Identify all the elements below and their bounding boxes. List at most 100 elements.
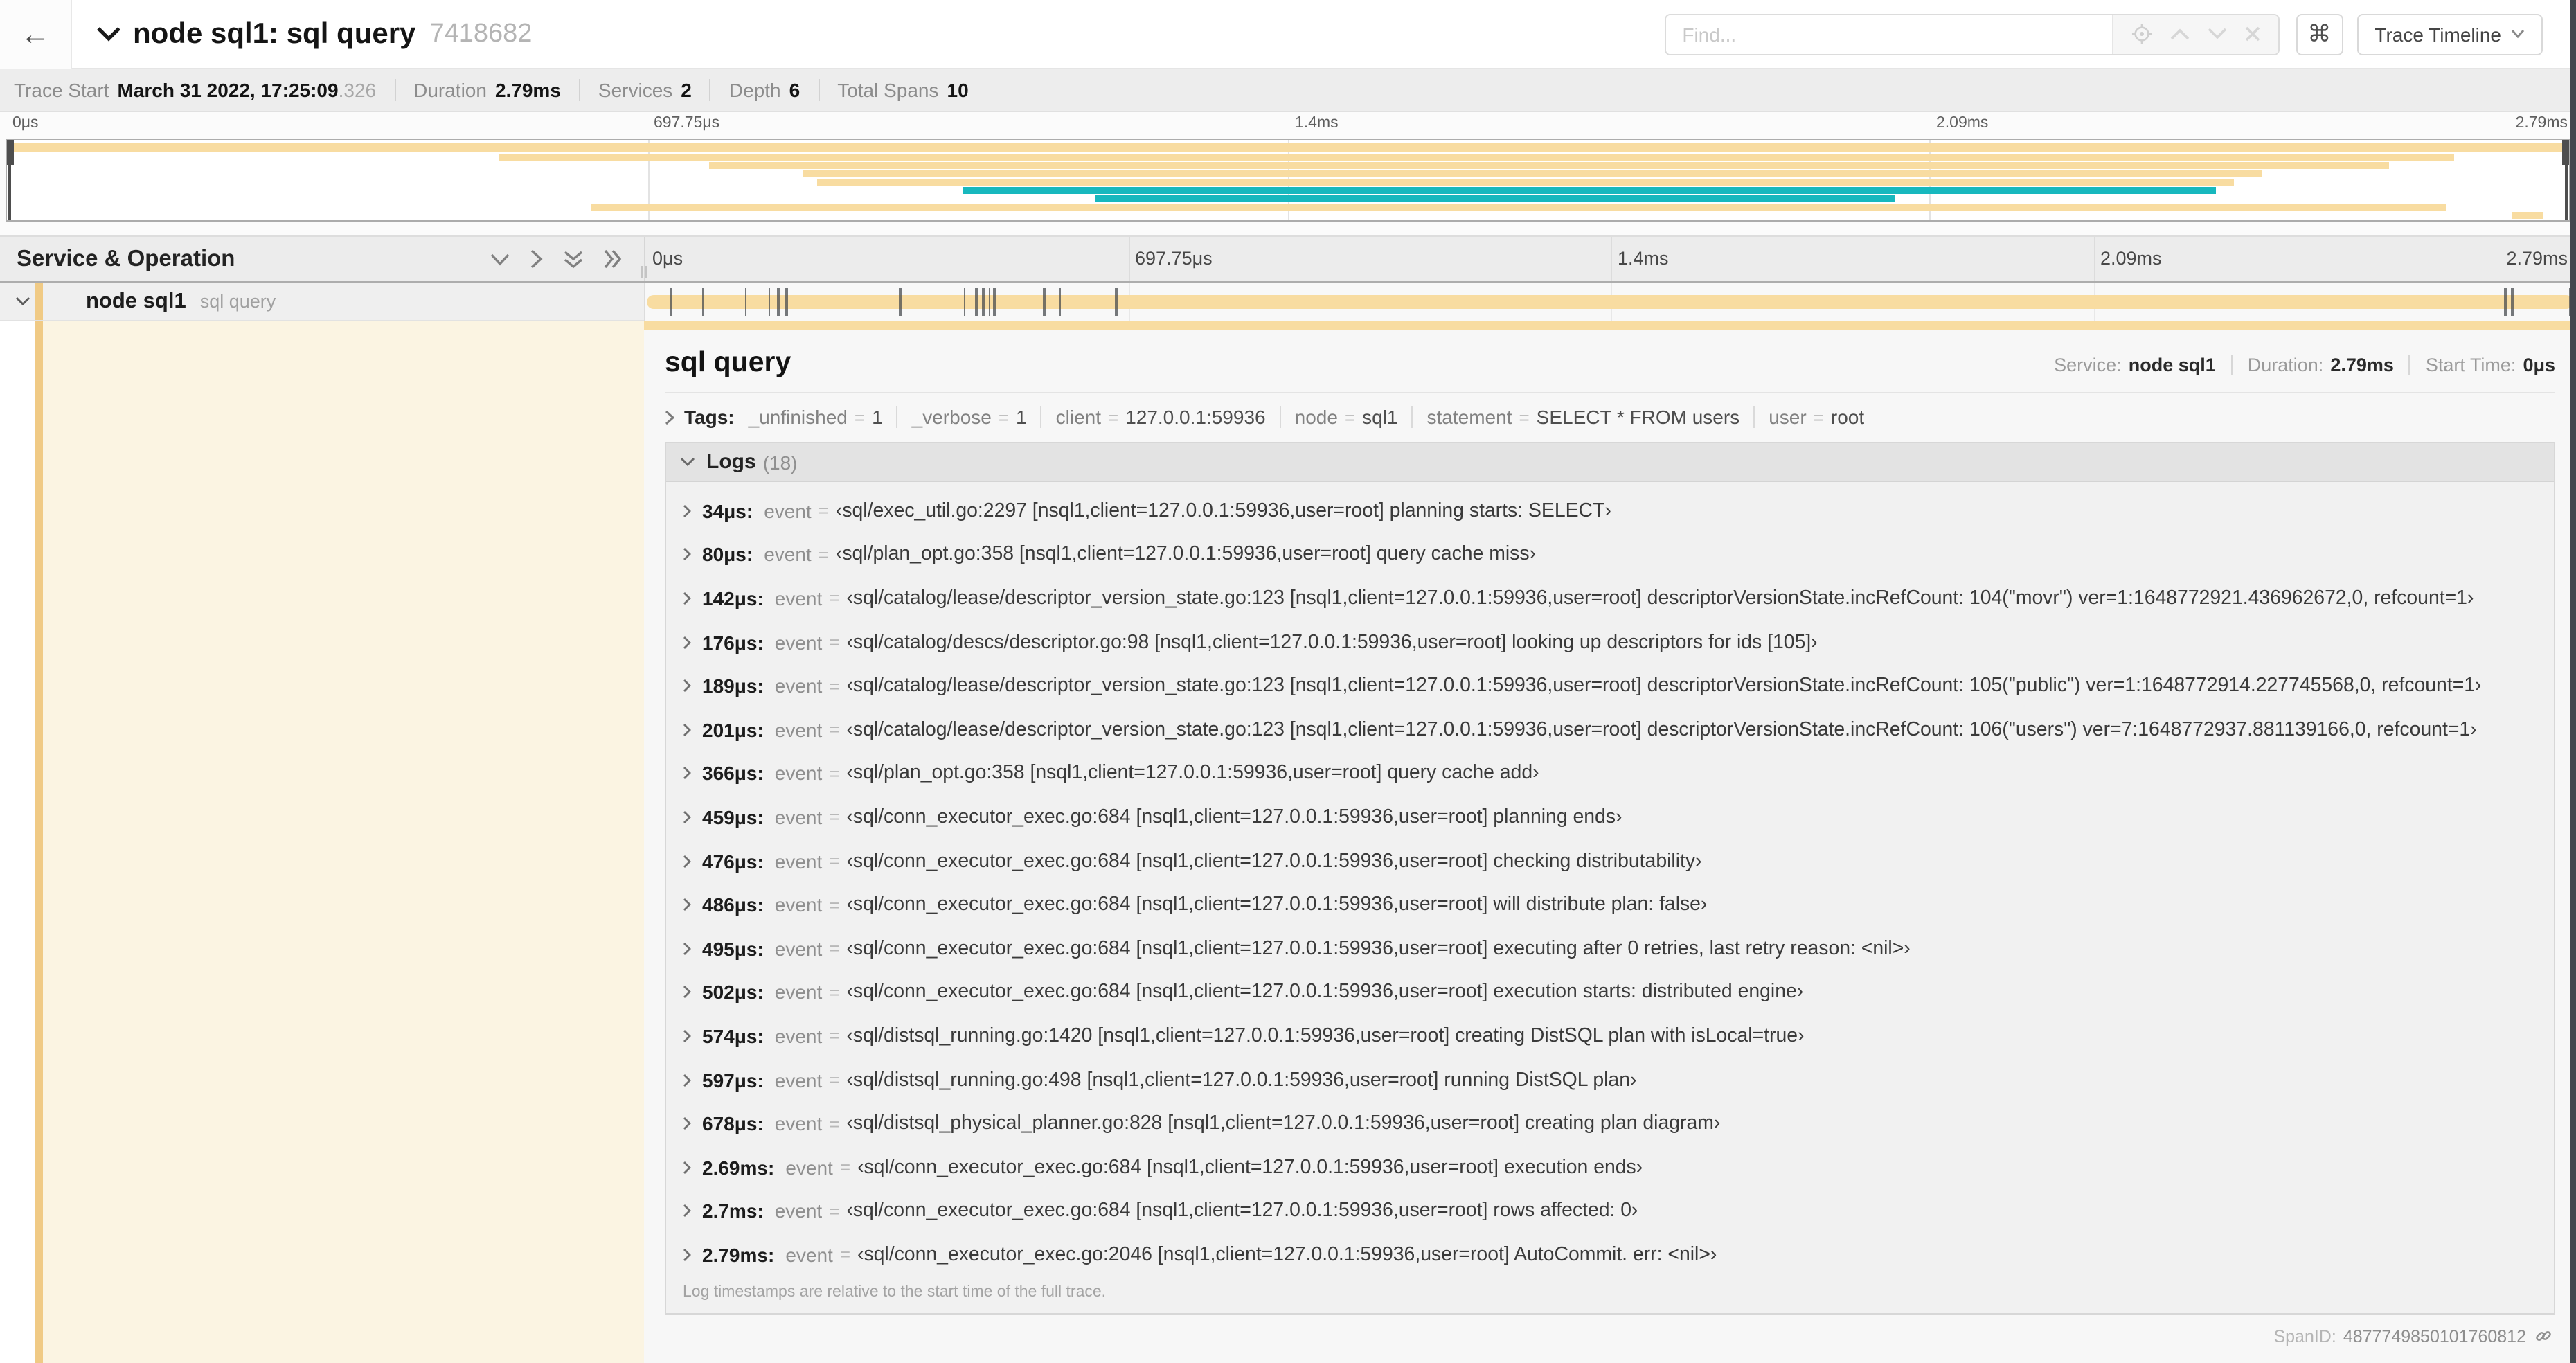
log-row[interactable]: 2.69ms: event = ‹sql/conn_executor_exec.… [666, 1146, 2554, 1189]
log-row[interactable]: 176μs: event = ‹sql/catalog/descs/descri… [666, 621, 2554, 664]
log-event-mark[interactable] [988, 288, 991, 316]
next-result-icon[interactable] [2207, 28, 2226, 40]
expand-one-icon[interactable] [530, 249, 543, 269]
chevron-right-icon [683, 942, 691, 955]
log-row[interactable]: 486μs: event = ‹sql/conn_executor_exec.g… [666, 883, 2554, 927]
chevron-right-icon [683, 1161, 691, 1174]
logs-title: Logs [706, 450, 756, 474]
log-field-value: ‹sql/distsql_running.go:498 [nsql1,clien… [846, 1069, 1637, 1092]
summary-value: 2.79ms [494, 79, 561, 101]
log-row[interactable]: 366μs: event = ‹sql/plan_opt.go:358 [nsq… [666, 751, 2554, 795]
deep-link-icon[interactable] [2534, 1327, 2552, 1345]
log-field-value: ‹sql/distsql_physical_planner.go:828 [ns… [846, 1112, 1721, 1135]
log-row[interactable]: 495μs: event = ‹sql/conn_executor_exec.g… [666, 927, 2554, 970]
log-event-mark[interactable] [1115, 288, 1117, 316]
clear-search-icon[interactable] [2244, 26, 2260, 42]
summary-value: March 31 2022, 17:25:09 [117, 79, 339, 101]
log-event-mark[interactable] [993, 288, 996, 316]
log-event-mark[interactable] [670, 288, 672, 316]
log-event-mark[interactable] [1059, 288, 1062, 316]
viewport-right-scrubber-handle[interactable] [2562, 140, 2569, 165]
logs-count: (18) [762, 451, 798, 473]
log-timestamp: 495μs: [702, 937, 764, 960]
top-bar: ← node sql1: sql query 7418682 ⌘ Trace T… [0, 0, 2576, 69]
span-detail-title: sql query [665, 346, 791, 378]
log-timestamp: 189μs: [702, 675, 764, 697]
log-event-mark[interactable] [2504, 288, 2507, 316]
log-field-value: ‹sql/conn_executor_exec.go:684 [nsql1,cl… [846, 981, 1804, 1004]
collapse-trace-header-button[interactable] [97, 26, 120, 42]
summary-value: 10 [947, 79, 969, 101]
find-group [1664, 13, 2280, 55]
focus-target-icon[interactable] [2131, 24, 2152, 44]
log-field-key: event [774, 937, 823, 960]
log-timestamp: 2.69ms: [702, 1156, 775, 1179]
log-event-mark[interactable] [975, 288, 978, 316]
tags-accordion[interactable]: Tags: _unfinished = 1 _verbose = 1 clien… [665, 406, 2555, 428]
log-event-mark[interactable] [768, 288, 771, 316]
equals-sign: = [829, 1113, 840, 1134]
minimap-tick: 0μs [12, 115, 39, 132]
span-collapse-toggle[interactable] [15, 296, 30, 306]
minimap-span-bar [963, 186, 2216, 193]
span-meta-label: Duration: [2247, 355, 2324, 375]
tag-value: 1 [1016, 406, 1027, 428]
minimap-span-bar [499, 153, 2454, 160]
log-event-mark[interactable] [777, 288, 780, 316]
span-duration-bar[interactable] [647, 288, 2573, 316]
summary-item: Trace Start March 31 2022, 17:25:09 .326 [14, 79, 376, 101]
log-event-mark[interactable] [1043, 288, 1046, 316]
log-row[interactable]: 142μs: event = ‹sql/catalog/lease/descri… [666, 576, 2554, 620]
prev-result-icon[interactable] [2170, 28, 2189, 40]
log-field-key: event [774, 675, 823, 697]
expand-all-icon[interactable] [604, 249, 622, 269]
trace-view-select[interactable]: Trace Timeline [2356, 13, 2543, 55]
log-row[interactable]: 459μs: event = ‹sql/conn_executor_exec.g… [666, 795, 2554, 839]
find-input[interactable] [1665, 15, 2112, 53]
log-row[interactable]: 34μs: event = ‹sql/exec_util.go:2297 [ns… [666, 489, 2554, 533]
log-row[interactable]: 2.7ms: event = ‹sql/conn_executor_exec.g… [666, 1189, 2554, 1233]
span-detail-accent [644, 321, 2576, 330]
span-name-cell[interactable]: node sql1 sql query [0, 283, 644, 321]
log-row[interactable]: 80μs: event = ‹sql/plan_opt.go:358 [nsql… [666, 533, 2554, 576]
collapse-one-icon[interactable] [490, 253, 510, 265]
log-row[interactable]: 189μs: event = ‹sql/catalog/lease/descri… [666, 664, 2554, 708]
timeline-tick: 1.4ms [1618, 248, 1669, 269]
log-event-mark[interactable] [899, 288, 902, 316]
log-row[interactable]: 502μs: event = ‹sql/conn_executor_exec.g… [666, 970, 2554, 1014]
log-timestamp: 459μs: [702, 805, 764, 828]
chevron-right-icon [683, 1117, 691, 1130]
log-event-mark[interactable] [785, 288, 788, 316]
viewport-left-scrubber-handle[interactable] [7, 140, 14, 165]
minimap-span-bar [816, 178, 2234, 185]
timeline-minimap: 0μs 697.75μs 1.4ms 2.09ms 2.79ms [0, 112, 2576, 235]
minimap-canvas[interactable] [6, 139, 2570, 222]
equals-sign: = [829, 806, 840, 828]
minimap-tick: 2.79ms [2515, 115, 2568, 132]
span-meta-value: node sql1 [2128, 355, 2216, 375]
back-button[interactable]: ← [0, 0, 72, 69]
scrollbar[interactable] [2570, 0, 2576, 1363]
log-event-mark[interactable] [982, 288, 985, 316]
log-row[interactable]: 678μs: event = ‹sql/distsql_physical_pla… [666, 1102, 2554, 1146]
logs-header[interactable]: Logs (18) [666, 443, 2554, 482]
span-detail-left-column [0, 321, 644, 1363]
log-event-mark[interactable] [744, 288, 747, 316]
span-bar-cell[interactable] [644, 283, 2576, 321]
divider [665, 392, 2555, 393]
log-timestamp: 142μs: [702, 587, 764, 609]
log-row[interactable]: 597μs: event = ‹sql/distsql_running.go:4… [666, 1058, 2554, 1101]
log-row[interactable]: 2.79ms: event = ‹sql/conn_executor_exec.… [666, 1233, 2554, 1276]
equals-sign: = [829, 850, 840, 872]
span-color-indicator [35, 283, 43, 320]
log-event-mark[interactable] [2511, 288, 2514, 316]
log-event-mark[interactable] [963, 288, 966, 316]
chevron-right-icon [683, 636, 691, 649]
log-row[interactable]: 476μs: event = ‹sql/conn_executor_exec.g… [666, 839, 2554, 883]
log-row[interactable]: 201μs: event = ‹sql/catalog/lease/descri… [666, 708, 2554, 751]
collapse-all-icon[interactable] [564, 250, 583, 268]
log-row[interactable]: 574μs: event = ‹sql/distsql_running.go:1… [666, 1014, 2554, 1058]
log-timestamp: 597μs: [702, 1069, 764, 1092]
keyboard-shortcuts-button[interactable]: ⌘ [2296, 13, 2343, 55]
log-event-mark[interactable] [701, 288, 704, 316]
